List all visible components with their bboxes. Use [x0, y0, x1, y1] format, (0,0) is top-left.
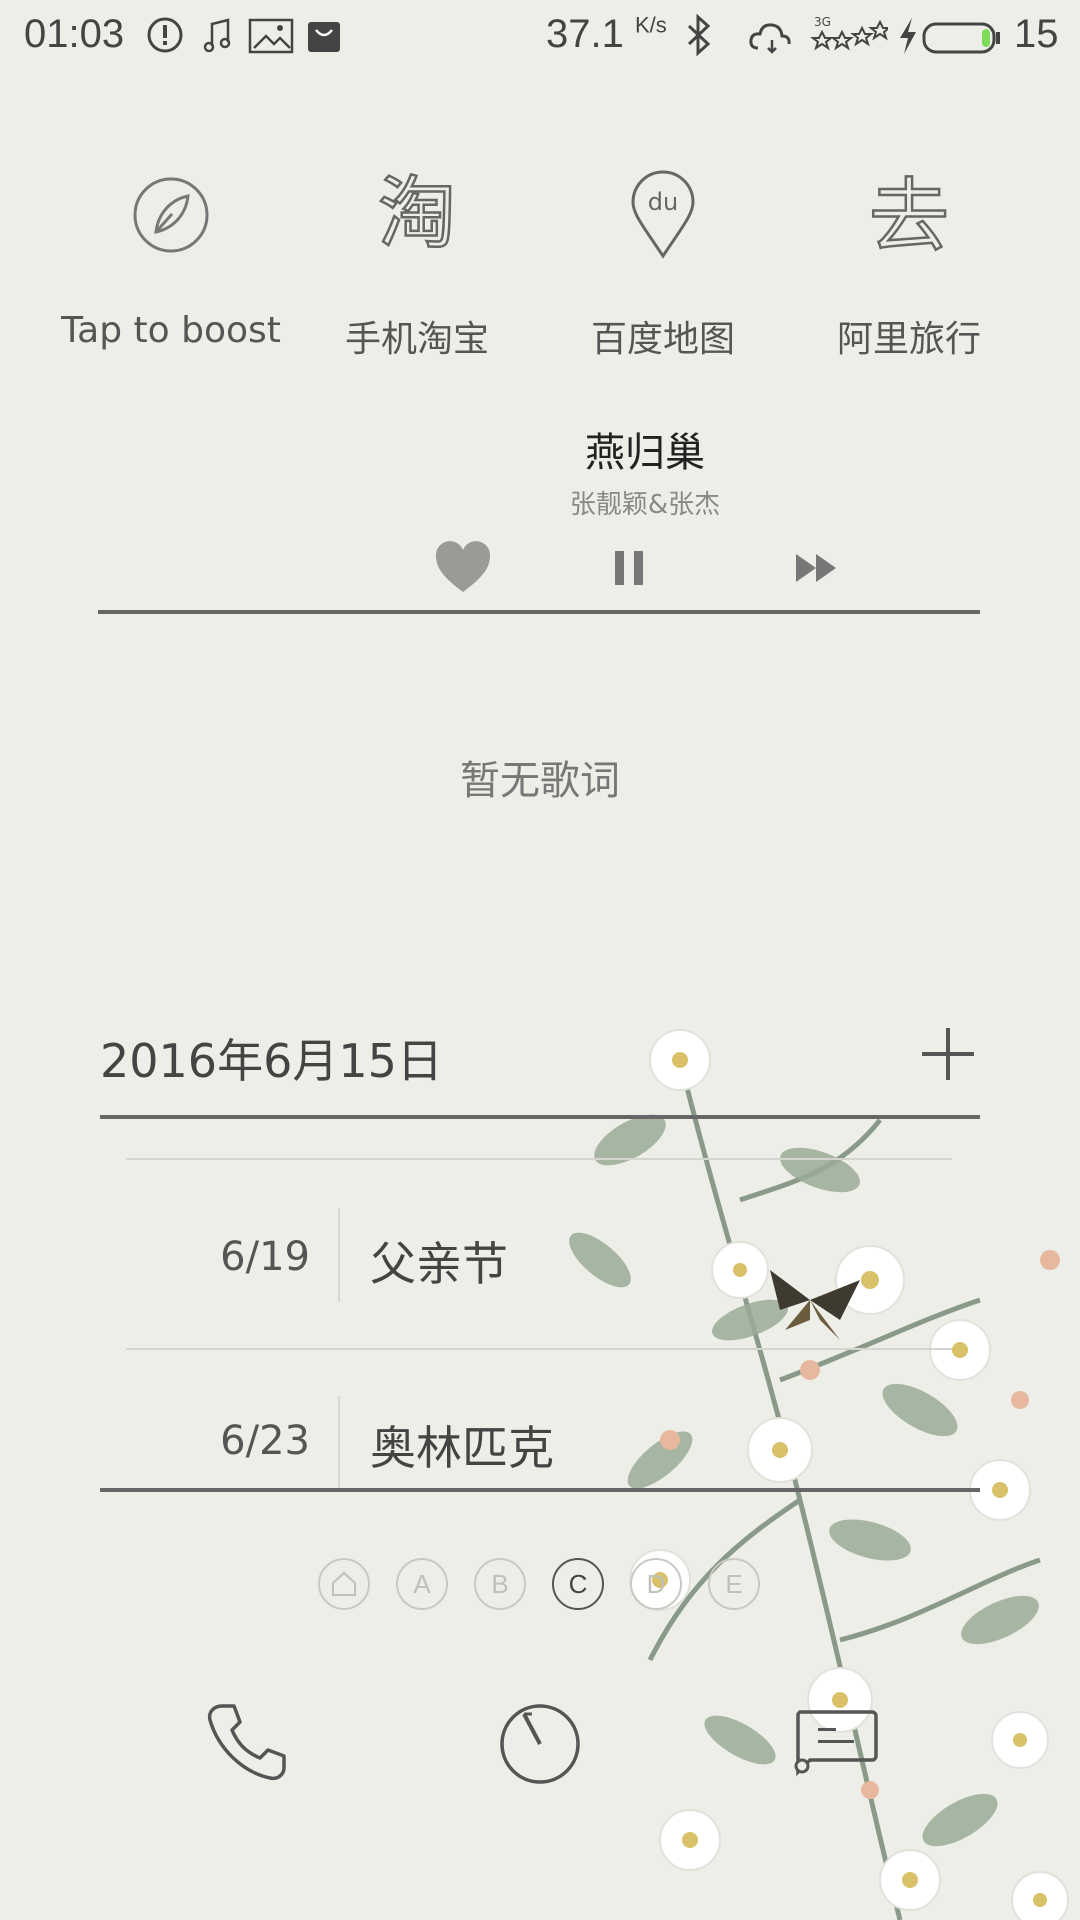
- music-note-icon: [203, 18, 231, 53]
- event-name: 父亲节: [370, 1237, 508, 1291]
- shortcut-label: 手机淘宝: [344, 319, 489, 360]
- shortcut-label: 百度地图: [590, 319, 735, 360]
- page-dot-b[interactable]: B: [474, 1558, 526, 1610]
- fast-forward-icon[interactable]: [794, 552, 838, 584]
- event-separator: [338, 1208, 340, 1302]
- song-artist: 张靓颖&张杰: [569, 490, 721, 520]
- signal-icon: 3G: [810, 15, 888, 51]
- baidu-map-icon: du: [631, 170, 695, 259]
- charging-icon: [900, 18, 916, 54]
- shortcut-baidu-map[interactable]: du 百度地图: [540, 160, 786, 360]
- bluetooth-icon: [687, 14, 711, 56]
- add-event-icon[interactable]: [920, 1026, 976, 1082]
- event-date: 6/19: [220, 1234, 310, 1280]
- phone-icon[interactable]: [204, 1700, 288, 1784]
- status-bar: 01:03 37.1 K/s 3G 15: [0, 0, 1080, 76]
- shopping-bag-icon: [308, 22, 340, 52]
- shortcut-ali-travel[interactable]: 去 阿里旅行: [786, 160, 1032, 360]
- music-divider: [98, 610, 980, 614]
- shortcut-boost[interactable]: Tap to boost: [48, 160, 294, 360]
- status-time: 01:03: [24, 12, 125, 56]
- shortcut-taobao[interactable]: 淘 手机淘宝: [294, 160, 540, 360]
- rocket-boost-icon: [133, 177, 209, 253]
- alert-icon: [147, 17, 183, 53]
- event-date: 6/23: [220, 1418, 310, 1464]
- speedometer-icon[interactable]: [496, 1700, 584, 1788]
- battery-level: 15: [1014, 12, 1059, 56]
- page-dot-a[interactable]: A: [396, 1558, 448, 1610]
- event-separator: [338, 1396, 340, 1490]
- battery-icon: [922, 22, 1000, 54]
- page-dot-home[interactable]: [318, 1558, 370, 1610]
- calendar-date: 2016年6月15日: [100, 1034, 443, 1088]
- shortcut-label: 阿里旅行: [836, 319, 981, 360]
- song-title: 燕归巢: [585, 430, 705, 476]
- calendar-bottom-divider: [100, 1488, 980, 1492]
- shortcut-label: Tap to boost: [61, 310, 281, 351]
- pause-icon[interactable]: [612, 548, 648, 588]
- taobao-icon: 淘: [377, 168, 458, 261]
- net-speed: 37.1 K/s: [546, 12, 667, 56]
- event-row[interactable]: 6/19 父亲节: [0, 1200, 1080, 1340]
- event-name: 奥林匹克: [370, 1421, 554, 1475]
- heart-icon[interactable]: [434, 540, 492, 594]
- row-divider: [126, 1348, 952, 1350]
- cloud-sync-icon: [749, 23, 791, 54]
- image-icon: [248, 18, 294, 54]
- page-dot-c[interactable]: C: [552, 1558, 604, 1610]
- ali-travel-icon: 去: [868, 169, 951, 264]
- message-icon[interactable]: [790, 1708, 880, 1778]
- home-icon: [332, 1571, 356, 1596]
- svg-text:淘: 淘: [378, 169, 456, 259]
- calendar-divider: [100, 1115, 980, 1119]
- row-divider: [126, 1158, 952, 1160]
- svg-text:去: 去: [869, 170, 949, 263]
- page-dot-e[interactable]: E: [708, 1558, 760, 1610]
- lyrics-text: 暂无歌词: [460, 758, 620, 804]
- svg-text:du: du: [648, 188, 678, 216]
- svg-text:3G: 3G: [814, 15, 831, 29]
- event-row[interactable]: 6/23 奥林匹克: [0, 1390, 1080, 1490]
- page-dot-d[interactable]: D: [630, 1558, 682, 1610]
